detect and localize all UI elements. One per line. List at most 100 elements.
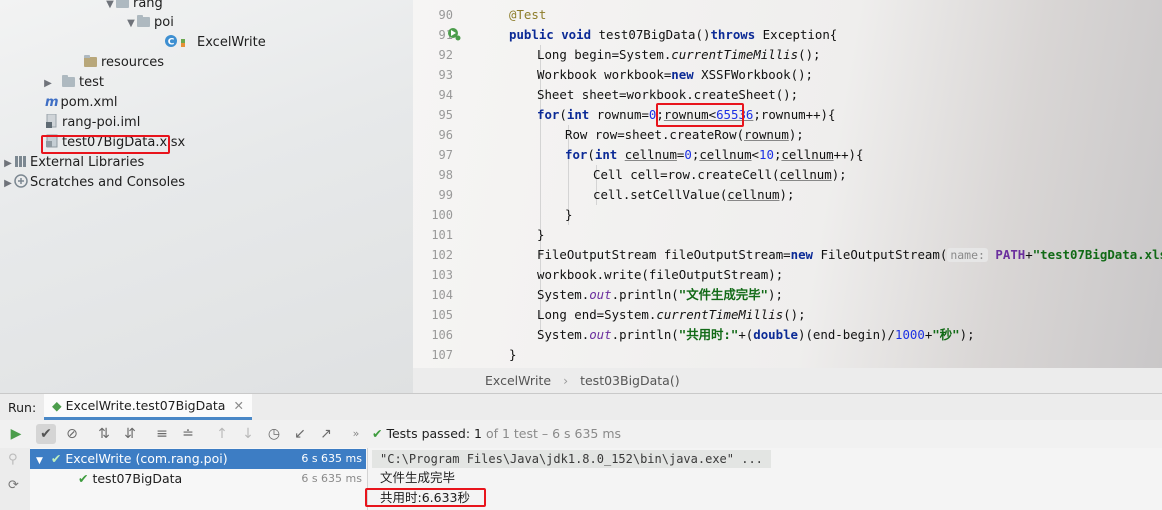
show-ignored-icon[interactable]: ⊘ (62, 424, 82, 444)
tree-item-poi[interactable]: ▼ poi (125, 13, 174, 33)
package-icon (116, 0, 129, 8)
sort-duration-icon[interactable]: ⇵ (120, 424, 140, 444)
library-icon (14, 154, 26, 168)
code-line-100: } (565, 207, 573, 222)
line-gutter: 90 91 92 93 94 95 96 97 98 99 100 101 10… (413, 0, 473, 368)
tree-item-external-libraries[interactable]: ▶ External Libraries (2, 153, 144, 173)
prev-failed-icon[interactable]: ↑ (212, 424, 232, 444)
run-tab[interactable]: ◆ ExcelWrite.test07BigData ✕ (44, 394, 252, 420)
run-tool-header: Run: ◆ ExcelWrite.test07BigData ✕ (0, 393, 1162, 421)
collapse-all-icon[interactable]: ≐ (178, 424, 198, 444)
code-line-103: workbook.write(fileOutputStream); (537, 267, 784, 282)
next-failed-icon[interactable]: ↓ (238, 424, 258, 444)
test-tree: ▼ ✔ ExcelWrite (com.rang.poi) 6 s 635 ms… (30, 448, 366, 510)
run-label: Run: (8, 400, 37, 415)
tree-item-scratches[interactable]: ▶ Scratches and Consoles (2, 173, 185, 193)
breadcrumb-class[interactable]: ExcelWrite (485, 373, 551, 388)
module-file-icon (46, 113, 58, 128)
highlight-box-elapsed-time (365, 488, 486, 507)
tree-item-pom[interactable]: m pom.xml (45, 93, 118, 113)
settings-icon[interactable]: ⟳ (8, 478, 19, 493)
chevron-down-icon[interactable]: ▼ (36, 456, 43, 466)
console-output[interactable]: "C:\Program Files\Java\jdk1.8.0_152\bin\… (365, 448, 1162, 510)
line-number: 97 (438, 148, 453, 162)
check-icon: ✔ (78, 471, 89, 486)
line-number: 101 (431, 228, 453, 242)
chevron-down-icon[interactable]: ▼ (125, 14, 137, 34)
tree-item-excelwrite[interactable]: C ExcelWrite (165, 33, 266, 53)
run-test-gutter-icon[interactable] (447, 27, 461, 41)
tree-item-iml[interactable]: rang-poi.iml (46, 113, 140, 133)
svg-text:C: C (168, 38, 175, 48)
code-line-91: public void test07BigData()throws Except… (509, 27, 838, 42)
breadcrumb: ExcelWrite › test03BigData() (413, 368, 1162, 393)
run-toolbar: ▶ ✔ ⊘ ⇅ ⇵ ≡ ≐ ↑ ↓ ◷ ↙ ↗ » ✔ Tests passed… (0, 420, 1162, 448)
code-line-107: } (509, 347, 517, 362)
line-number: 107 (431, 348, 453, 362)
code-line-101: } (537, 227, 545, 242)
line-number: 99 (438, 188, 453, 202)
line-number: 94 (438, 88, 453, 102)
line-number: 102 (431, 248, 453, 262)
code-line-94: Sheet sheet=workbook.createSheet(); (537, 87, 799, 102)
test-status: ✔ Tests passed: 1 of 1 test – 6 s 635 ms (372, 426, 622, 441)
code-line-105: Long end=System.currentTimeMillis(); (537, 307, 806, 322)
pin-icon[interactable]: ⚲ (8, 452, 18, 467)
sort-alpha-icon[interactable]: ⇅ (94, 424, 114, 444)
console-line: "C:\Program Files\Java\jdk1.8.0_152\bin\… (372, 450, 771, 468)
tree-item-rang[interactable]: ▼ rang (104, 0, 163, 14)
code-line-90: @Test (509, 7, 547, 22)
test-row-suite[interactable]: ▼ ✔ ExcelWrite (com.rang.poi) 6 s 635 ms (30, 449, 366, 469)
parameter-hint: name: (947, 248, 988, 262)
code-editor[interactable]: 90 91 92 93 94 95 96 97 98 99 100 101 10… (413, 0, 1162, 368)
maven-icon: m (45, 95, 59, 110)
side-toolbar: ⚲ ⟳ (0, 448, 30, 510)
highlight-box-loop-bound (656, 103, 744, 127)
line-number: 100 (431, 208, 453, 222)
scratches-icon (14, 174, 28, 188)
chevron-right-icon[interactable]: ▶ (2, 174, 14, 194)
line-number: 105 (431, 308, 453, 322)
export-tests-icon[interactable]: ↗ (316, 424, 336, 444)
show-passed-icon[interactable]: ✔ (36, 424, 56, 444)
line-number: 90 (438, 8, 453, 22)
line-number: 95 (438, 108, 453, 122)
close-icon[interactable]: ✕ (233, 398, 243, 413)
highlight-box-xlsx (41, 135, 170, 154)
package-icon (137, 15, 150, 27)
chevron-right-icon[interactable]: ▶ (2, 154, 14, 174)
console-line: 文件生成完毕 (380, 470, 456, 485)
project-tree: ▼ rang ▼ poi C ExcelWrite resources ▶ test m… (0, 0, 413, 393)
tree-item-resources[interactable]: resources (84, 53, 164, 73)
code-line-98: Cell cell=row.createCell(cellnum); (593, 167, 847, 182)
tree-item-test[interactable]: ▶ test (42, 73, 104, 93)
code-line-102: FileOutputStream fileOutputStream=new Fi… (537, 247, 1162, 262)
rerun-icon[interactable]: ▶ (6, 424, 26, 444)
chevron-right-icon[interactable]: ▶ (42, 74, 54, 94)
run-config-icon: ◆ (52, 398, 62, 413)
code-line-93: Workbook workbook=new XSSFWorkbook(); (537, 67, 814, 82)
more-icon[interactable]: » (346, 424, 366, 444)
code-line-99: cell.setCellValue(cellnum); (593, 187, 795, 202)
code-line-97: for(int cellnum=0;cellnum<10;cellnum++){ (565, 147, 864, 162)
code-line-104: System.out.println("文件生成完毕"); (537, 287, 783, 302)
code-line-96: Row row=sheet.createRow(rownum); (565, 127, 804, 142)
history-icon[interactable]: ◷ (264, 424, 284, 444)
code-line-92: Long begin=System.currentTimeMillis(); (537, 47, 821, 62)
line-number: 103 (431, 268, 453, 282)
java-class-icon: C (165, 34, 185, 48)
code-line-106: System.out.println("共用时:"+(double)(end-b… (537, 327, 975, 342)
breadcrumb-method[interactable]: test03BigData() (580, 373, 680, 388)
line-number: 93 (438, 68, 453, 82)
check-icon: ✔ (50, 451, 62, 466)
expand-all-icon[interactable]: ≡ (152, 424, 172, 444)
line-number: 98 (438, 168, 453, 182)
line-number: 106 (431, 328, 453, 342)
test-row-method[interactable]: ✔ test07BigData 6 s 635 ms (30, 469, 366, 489)
import-tests-icon[interactable]: ↙ (290, 424, 310, 444)
line-number: 92 (438, 48, 453, 62)
line-number: 104 (431, 288, 453, 302)
check-icon: ✔ (372, 426, 383, 441)
chevron-down-icon[interactable]: ▼ (104, 0, 116, 15)
line-number: 96 (438, 128, 453, 142)
